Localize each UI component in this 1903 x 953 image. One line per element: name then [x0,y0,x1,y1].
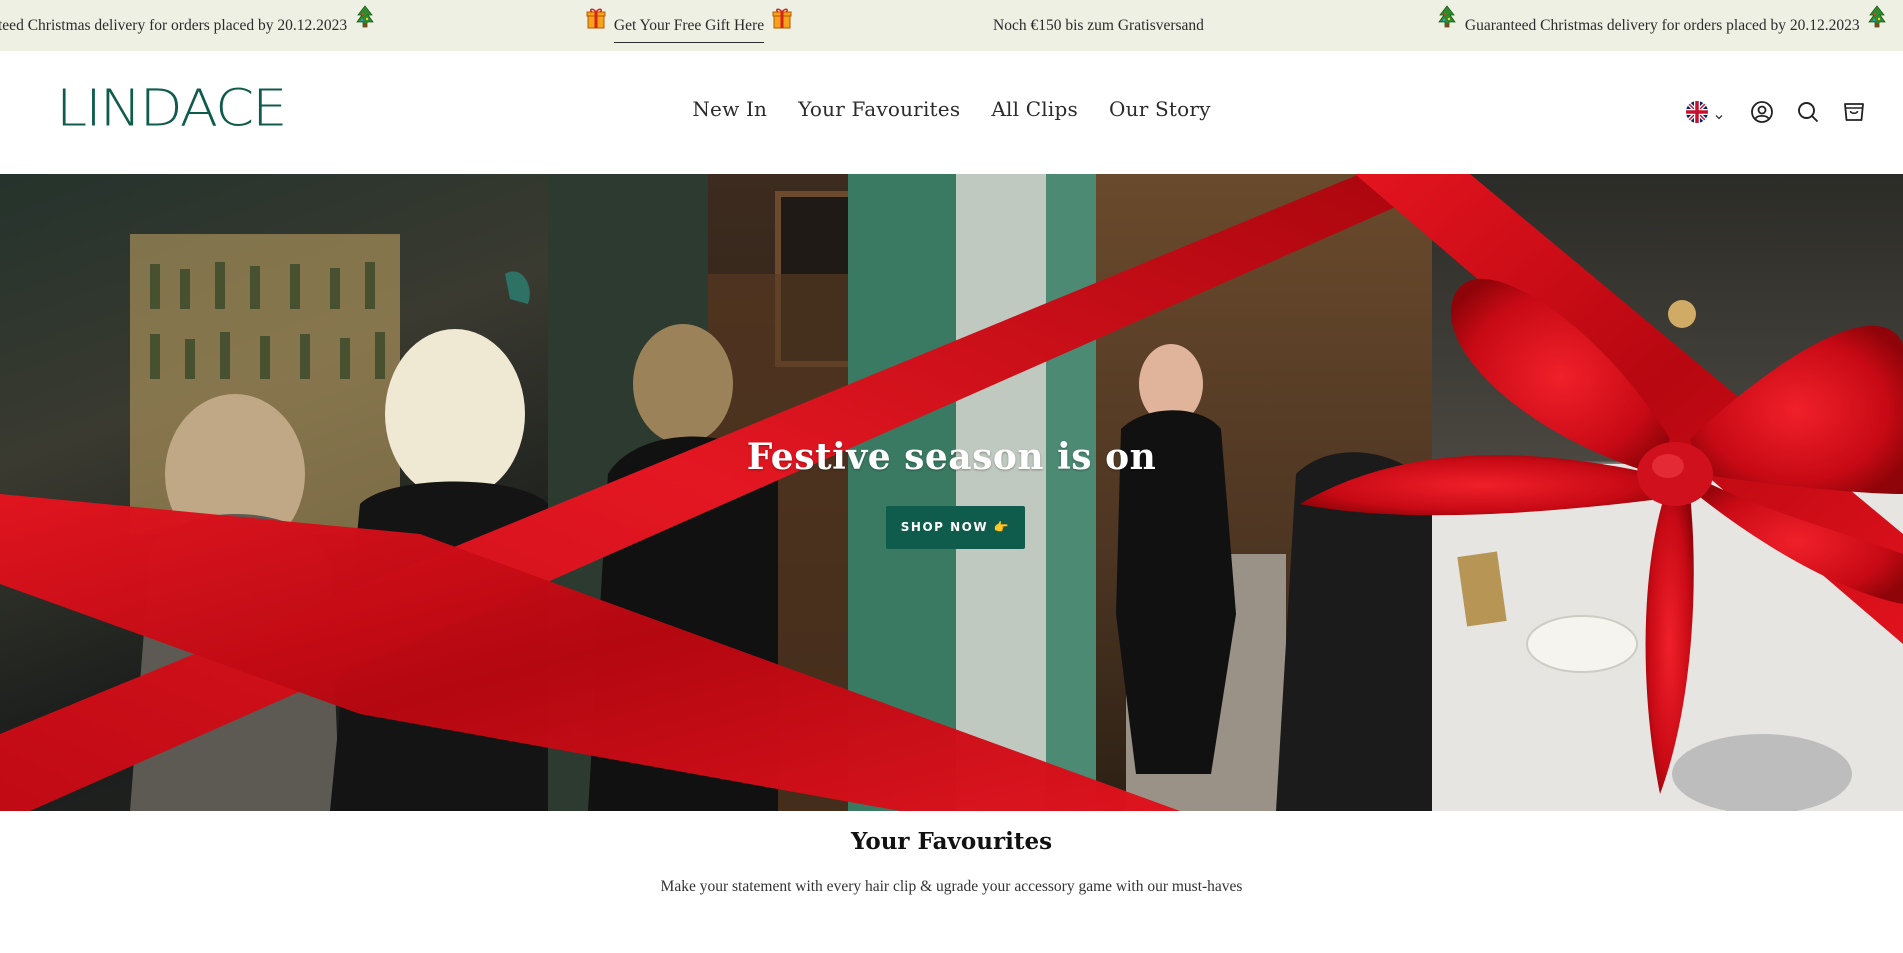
christmas-tree-icon [1437,0,1457,50]
account-icon[interactable] [1749,99,1775,125]
nav-item-your-favourites[interactable]: Your Favourites [798,97,960,121]
announcement-item-delivery: Guaranteed Christmas delivery for orders… [1433,0,1891,51]
announcement-item-free-gift[interactable]: Get Your Free Gift Here [582,0,796,51]
free-gift-link[interactable]: Get Your Free Gift Here [613,17,765,43]
language-selector[interactable] [1681,99,1729,125]
header-actions [1661,99,1867,125]
gift-icon [772,0,792,50]
christmas-tree-icon [355,0,375,50]
hero-title: Festive season is on [746,436,1157,478]
announcement-bar: teed Christmas delivery for orders place… [0,0,1903,51]
ribbon-overlay [0,174,1903,811]
search-icon[interactable] [1795,99,1821,125]
nav-item-all-clips[interactable]: All Clips [991,97,1078,121]
announcement-text: Guaranteed Christmas delivery for orders… [1464,17,1860,34]
nav-item-new-in[interactable]: New In [692,97,767,121]
gift-icon [586,0,606,50]
hero-banner[interactable]: Festive season is on SHOP NOW 👉 [0,174,1903,811]
site-header: LINDACE New In Your Favourites All Clips… [0,51,1903,174]
main-nav: New In Your Favourites All Clips Our Sto… [0,97,1903,121]
bow [1300,278,1903,794]
nav-item-our-story[interactable]: Our Story [1109,97,1211,121]
section-subtitle: Make your statement with every hair clip… [660,878,1243,895]
announcement-item-delivery: teed Christmas delivery for orders place… [0,0,379,51]
cart-icon[interactable] [1841,99,1867,125]
chevron-down-icon [1714,107,1724,120]
section-title: Your Favourites [850,828,1053,855]
announcement-item-free-shipping: Noch €150 bis zum Gratisversand [993,0,1204,51]
christmas-tree-icon [1867,0,1887,50]
uk-flag-icon [1686,101,1708,123]
shop-now-button[interactable]: SHOP NOW 👉 [886,506,1025,549]
announcement-text: Noch €150 bis zum Gratisversand [993,17,1204,34]
announcement-text: teed Christmas delivery for orders place… [0,17,348,34]
